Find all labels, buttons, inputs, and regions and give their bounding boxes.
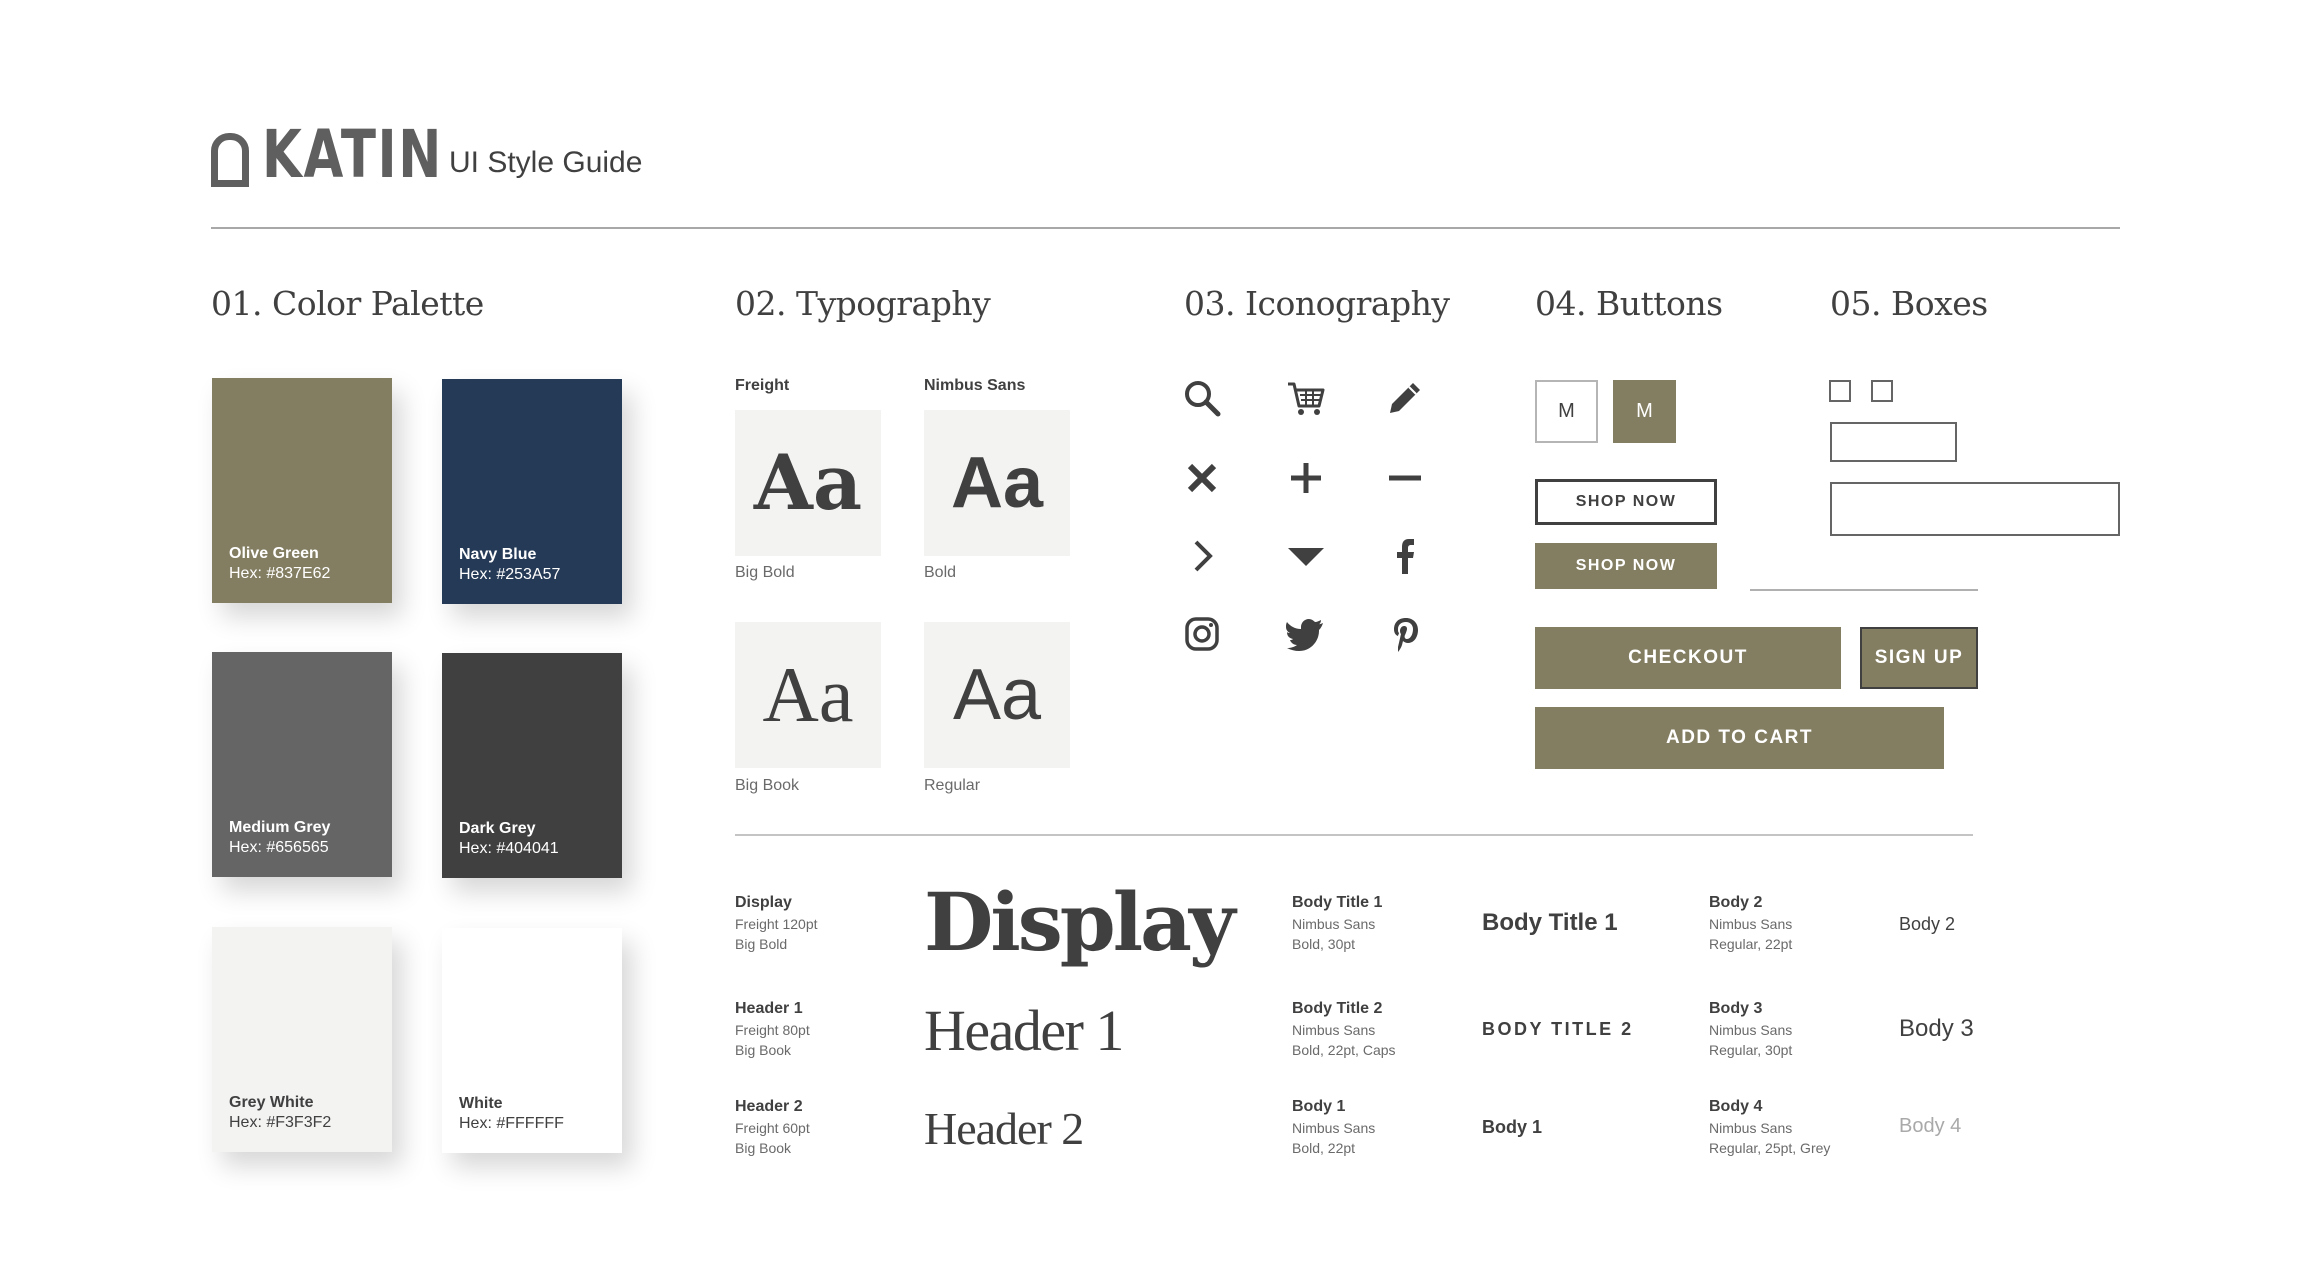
- color-swatch-white: White Hex: #FFFFFF: [442, 928, 622, 1153]
- spec-body4-font: Nimbus Sans: [1709, 1120, 1793, 1136]
- spec-body3-name: Body 3: [1709, 1000, 1763, 1017]
- brand-logo: KATIN: [262, 116, 443, 193]
- spec-body1-name: Body 1: [1292, 1098, 1346, 1115]
- color-swatch-dark-grey: Dark Grey Hex: #404041: [442, 653, 622, 878]
- sample-header1: Header 1: [924, 998, 1124, 1063]
- header-divider: [211, 227, 2120, 229]
- swatch-hex: Hex: #656565: [229, 839, 329, 856]
- spec-body-title1-weight: Bold, 30pt: [1292, 936, 1356, 952]
- spec-body1-font: Nimbus Sans: [1292, 1120, 1376, 1136]
- search-icon: [1180, 376, 1224, 420]
- type-tile-big-bold: Aa: [735, 410, 881, 556]
- spec-body-title2-name: Body Title 2: [1292, 1000, 1383, 1017]
- spec-body2-weight: Regular, 22pt: [1709, 936, 1793, 952]
- type-tile-big-book: Aa: [735, 622, 881, 768]
- swatch-name: Navy Blue: [459, 546, 537, 563]
- spec-body4-weight: Regular, 25pt, Grey: [1709, 1140, 1831, 1156]
- spec-body2-name: Body 2: [1709, 894, 1763, 911]
- pencil-icon: [1383, 376, 1427, 420]
- color-swatch-navy-blue: Navy Blue Hex: #253A57: [442, 379, 622, 604]
- spec-header2-name: Header 2: [735, 1098, 803, 1115]
- sample-body-title1: Body Title 1: [1482, 909, 1618, 936]
- swatch-hex: Hex: #FFFFFF: [459, 1115, 564, 1132]
- large-input-box[interactable]: [1830, 482, 2120, 536]
- sample-header2: Header 2: [924, 1103, 1084, 1154]
- logo-mark-icon: [211, 133, 249, 187]
- spec-display-weight: Big Bold: [735, 936, 788, 952]
- font-name-freight: Freight: [735, 377, 790, 394]
- swatch-name: Olive Green: [229, 545, 319, 562]
- spec-body3-weight: Regular, 30pt: [1709, 1042, 1793, 1058]
- shop-now-filled-button[interactable]: SHOP NOW: [1535, 543, 1717, 589]
- checkbox[interactable]: [1829, 380, 1851, 402]
- spec-header1-font: Freight 80pt: [735, 1022, 810, 1038]
- font-name-nimbus-sans: Nimbus Sans: [924, 377, 1026, 394]
- cart-icon: [1284, 376, 1328, 420]
- color-swatch-grey-white: Grey White Hex: #F3F3F2: [212, 927, 392, 1152]
- swatch-name: Medium Grey: [229, 819, 331, 836]
- type-tile-bold: Aa: [924, 410, 1070, 556]
- spec-header1-name: Header 1: [735, 1000, 803, 1017]
- section-title-iconography: 03. Iconography: [1184, 284, 1450, 323]
- section-title-typography: 02. Typography: [735, 284, 991, 323]
- size-option-selected-button[interactable]: M: [1613, 380, 1676, 443]
- plus-icon: [1284, 456, 1328, 500]
- specimen-divider: [735, 834, 1973, 836]
- swatch-name: White: [459, 1095, 503, 1112]
- tile-caption: Big Book: [735, 777, 800, 794]
- section-title-buttons: 04. Buttons: [1535, 284, 1723, 323]
- instagram-icon: [1180, 612, 1224, 656]
- swatch-hex: Hex: #837E62: [229, 565, 331, 582]
- sample-body3: Body 3: [1899, 1015, 1974, 1042]
- spec-body-title2-font: Nimbus Sans: [1292, 1022, 1376, 1038]
- minus-icon: [1383, 456, 1427, 500]
- swatch-name: Dark Grey: [459, 820, 536, 837]
- spec-body-title1-name: Body Title 1: [1292, 894, 1383, 911]
- sample-body2: Body 2: [1899, 914, 1956, 934]
- color-swatch-medium-grey: Medium Grey Hex: #656565: [212, 652, 392, 877]
- add-to-cart-button[interactable]: ADD TO CART: [1535, 707, 1944, 769]
- section-title-boxes: 05. Boxes: [1830, 284, 1988, 323]
- shop-now-outline-button[interactable]: SHOP NOW: [1535, 479, 1717, 525]
- tile-caption: Big Bold: [735, 564, 795, 581]
- section-title-color: 01. Color Palette: [211, 284, 484, 323]
- swatch-name: Grey White: [229, 1094, 314, 1111]
- underline-input[interactable]: [1750, 589, 1978, 591]
- spec-body2-font: Nimbus Sans: [1709, 916, 1793, 932]
- tile-caption: Bold: [924, 564, 957, 581]
- checkbox[interactable]: [1871, 380, 1893, 402]
- sample-display: Display: [924, 875, 1235, 969]
- spec-body-title1-font: Nimbus Sans: [1292, 916, 1376, 932]
- pinterest-icon: [1383, 612, 1427, 656]
- spec-body3-font: Nimbus Sans: [1709, 1022, 1793, 1038]
- small-input-box[interactable]: [1830, 422, 1957, 462]
- spec-display-name: Display: [735, 894, 792, 911]
- tile-caption: Regular: [924, 777, 981, 794]
- spec-body4-name: Body 4: [1709, 1098, 1763, 1115]
- swatch-hex: Hex: #253A57: [459, 566, 561, 583]
- spec-header1-weight: Big Book: [735, 1042, 792, 1058]
- close-icon: [1180, 456, 1224, 500]
- caret-down-icon: [1284, 534, 1328, 578]
- color-swatch-olive-green: Olive Green Hex: #837E62: [212, 378, 392, 603]
- spec-header2-font: Freight 60pt: [735, 1120, 810, 1136]
- size-option-button[interactable]: M: [1535, 380, 1598, 443]
- swatch-hex: Hex: #404041: [459, 840, 559, 857]
- facebook-icon: [1383, 534, 1427, 578]
- page-title: UI Style Guide: [449, 146, 643, 179]
- sign-up-button[interactable]: SIGN UP: [1860, 627, 1978, 689]
- swatch-hex: Hex: #F3F3F2: [229, 1114, 332, 1131]
- spec-body1-weight: Bold, 22pt: [1292, 1140, 1356, 1156]
- sample-body-title2: BODY TITLE 2: [1482, 1019, 1634, 1039]
- spec-header2-weight: Big Book: [735, 1140, 792, 1156]
- chevron-right-icon: [1180, 534, 1224, 578]
- sample-body1: Body 1: [1482, 1117, 1543, 1137]
- sample-body4: Body 4: [1899, 1115, 1962, 1137]
- type-tile-regular: Aa: [924, 622, 1070, 768]
- twitter-icon: [1284, 612, 1328, 656]
- spec-display-font: Freight 120pt: [735, 916, 818, 932]
- spec-body-title2-weight: Bold, 22pt, Caps: [1292, 1042, 1396, 1058]
- checkout-button[interactable]: CHECKOUT: [1535, 627, 1841, 689]
